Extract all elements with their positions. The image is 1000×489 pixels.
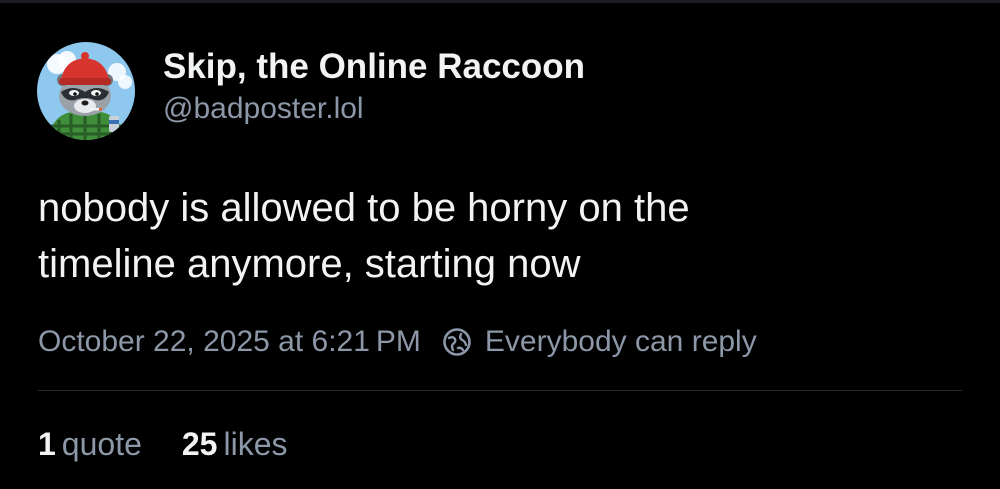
author-row: Skip, the Online Raccoon @badposter.lol: [37, 42, 585, 140]
post-detail: Skip, the Online Raccoon @badposter.lol …: [0, 0, 1000, 489]
globe-icon: [441, 326, 473, 358]
divider: [38, 390, 962, 391]
post-meta: October 22, 2025 at 6:21 PM Everybody ca…: [38, 322, 757, 362]
author-names: Skip, the Online Raccoon @badposter.lol: [163, 45, 585, 129]
author-display-name[interactable]: Skip, the Online Raccoon: [163, 45, 585, 89]
likes-stat[interactable]: 25 likes: [182, 424, 288, 464]
author-handle[interactable]: @badposter.lol: [163, 89, 585, 129]
likes-count: 25: [181, 426, 218, 462]
post-stats: 1 quote 25 likes: [38, 424, 327, 464]
author-avatar[interactable]: [37, 42, 135, 140]
post-text-line-1: nobody is allowed to be horny on the: [38, 186, 690, 230]
raccoon-avatar-icon: [37, 42, 135, 140]
post-text: nobody is allowed to be horny on the time…: [38, 180, 958, 292]
quotes-label: quote: [61, 426, 142, 462]
post-text-line-2: timeline anymore, starting now: [38, 242, 581, 286]
quotes-stat[interactable]: 1 quote: [38, 424, 142, 464]
post-timestamp[interactable]: October 22, 2025 at 6:21 PM: [38, 322, 421, 362]
quotes-count: 1: [38, 426, 56, 462]
reply-setting-label: Everybody can reply: [484, 325, 757, 358]
likes-label: likes: [223, 426, 288, 462]
reply-setting[interactable]: Everybody can reply: [441, 322, 757, 362]
